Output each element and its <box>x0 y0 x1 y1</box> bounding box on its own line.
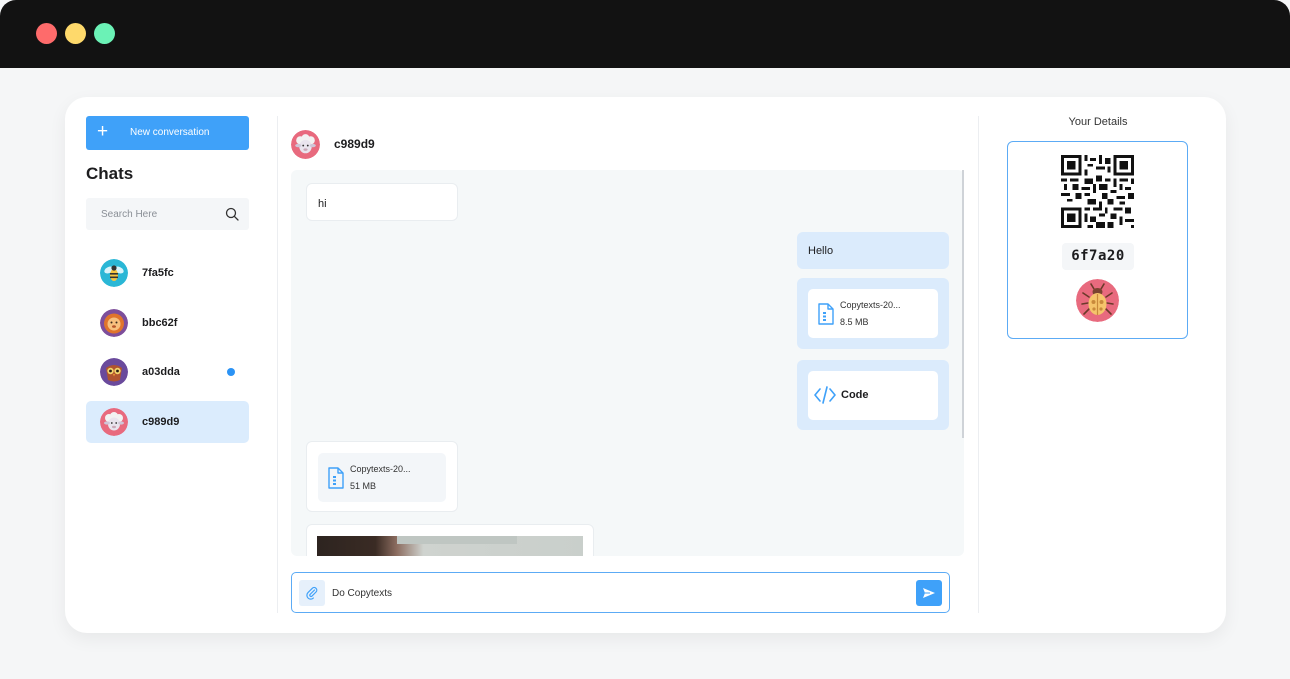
chat-item-7fa5fc[interactable]: 7fa5fc <box>86 252 249 294</box>
send-button[interactable] <box>916 580 942 606</box>
close-window-button[interactable] <box>36 23 57 44</box>
chat-name: 7fa5fc <box>142 267 174 279</box>
paperclip-icon <box>306 586 318 600</box>
message-list[interactable]: hi Hello Copytexts-20... 8.5 MB Code Cop… <box>291 170 964 556</box>
file-icon <box>328 467 344 489</box>
contact-name: c989d9 <box>334 137 375 151</box>
message-scrollbar[interactable] <box>962 170 964 438</box>
details-divider <box>978 116 979 613</box>
message-incoming-text: hi <box>306 183 458 221</box>
chat-item-c989d9[interactable]: c989d9 <box>86 401 249 443</box>
chat-item-bbc62f[interactable]: bbc62f <box>86 302 249 344</box>
file-attachment[interactable]: Copytexts-20... 51 MB <box>318 453 446 502</box>
beetle-avatar <box>1076 279 1119 322</box>
file-name: Copytexts-20... <box>350 464 411 474</box>
message-input[interactable] <box>332 582 892 604</box>
search-icon[interactable] <box>225 207 239 221</box>
minimize-window-button[interactable] <box>65 23 86 44</box>
sheep-avatar <box>100 408 128 436</box>
bee-avatar <box>100 259 128 287</box>
chat-name: c989d9 <box>142 416 180 428</box>
window-titlebar <box>0 0 1290 68</box>
file-name: Copytexts-20... <box>840 300 901 310</box>
unread-indicator <box>227 368 235 376</box>
qr-code[interactable] <box>1061 155 1134 228</box>
sidebar-divider <box>277 116 278 613</box>
maximize-window-button[interactable] <box>94 23 115 44</box>
message-outgoing-code: Code <box>797 360 949 430</box>
image-attachment[interactable] <box>317 536 583 556</box>
code-label: Code <box>841 389 869 401</box>
new-conversation-button[interactable]: + New conversation <box>86 116 249 150</box>
message-text: Hello <box>808 245 834 257</box>
send-icon <box>923 588 935 598</box>
chat-name: a03dda <box>142 366 180 378</box>
lion-avatar <box>100 309 128 337</box>
message-text: hi <box>318 198 327 210</box>
chats-heading: Chats <box>86 164 134 183</box>
file-attachment[interactable]: Copytexts-20... 8.5 MB <box>808 289 938 338</box>
message-incoming-image <box>306 524 594 556</box>
details-heading: Your Details <box>1068 116 1128 128</box>
code-snippet[interactable]: Code <box>808 371 938 420</box>
file-icon <box>818 303 834 325</box>
user-id: 6f7a20 <box>1062 243 1134 270</box>
message-outgoing-text: Hello <box>797 232 949 269</box>
file-size: 8.5 MB <box>840 317 869 327</box>
contact-avatar <box>291 130 320 159</box>
new-conversation-label: New conversation <box>130 127 210 138</box>
chat-name: bbc62f <box>142 317 178 329</box>
chat-item-a03dda[interactable]: a03dda <box>86 351 249 393</box>
message-incoming-file: Copytexts-20... 51 MB <box>306 441 458 512</box>
file-size: 51 MB <box>350 481 377 491</box>
owl-avatar <box>100 358 128 386</box>
search-input[interactable] <box>86 198 216 230</box>
attach-button[interactable] <box>299 580 325 606</box>
code-icon <box>814 386 836 404</box>
message-outgoing-file: Copytexts-20... 8.5 MB <box>797 278 949 349</box>
plus-icon: + <box>97 121 109 142</box>
